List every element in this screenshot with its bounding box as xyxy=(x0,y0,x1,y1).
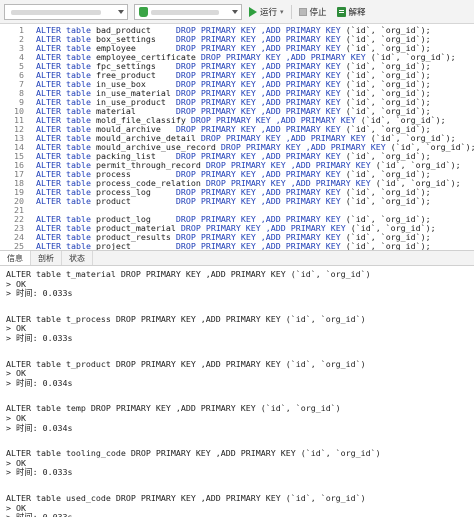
connection-select[interactable] xyxy=(4,3,128,20)
explain-label: 解释 xyxy=(348,7,366,18)
message-block: ALTER table t_process DROP PRIMARY KEY ,… xyxy=(6,313,474,344)
toolbar-divider xyxy=(290,4,292,19)
fold-margin xyxy=(30,24,33,250)
tab-剖析[interactable]: 剖析 xyxy=(31,251,62,265)
play-icon xyxy=(249,6,257,17)
message-sql: ALTER table used_code DROP PRIMARY KEY ,… xyxy=(6,492,366,503)
key-columns: (`id`, `org_id`); xyxy=(340,196,431,206)
table-name: project xyxy=(95,241,176,251)
run-button[interactable]: 运行 ▾ xyxy=(246,3,287,21)
message-sql: ALTER table t_product DROP PRIMARY KEY ,… xyxy=(6,358,366,369)
stop-icon xyxy=(298,7,307,16)
key-columns: (`id`, `org_id`); xyxy=(340,241,431,251)
stop-button[interactable]: 停止 xyxy=(296,3,330,21)
code-text: ALTER table project DROP PRIMARY KEY ,AD… xyxy=(36,241,431,251)
run-label: 运行 xyxy=(260,7,278,18)
tab-状态[interactable]: 状态 xyxy=(62,251,93,265)
toolbar: 运行 ▾ 停止 解释 xyxy=(0,0,474,24)
code-text: ALTER table product DROP PRIMARY KEY ,AD… xyxy=(36,197,431,206)
chevron-down-icon xyxy=(118,9,124,14)
result-tabs: 信息 剖析 状态 xyxy=(0,250,474,266)
tab-信息[interactable]: 信息 xyxy=(0,251,31,265)
keyword-alter: ALTER table xyxy=(36,241,96,251)
message-sql: ALTER table t_process DROP PRIMARY KEY ,… xyxy=(6,313,366,324)
message-block: ALTER table temp DROP PRIMARY KEY ,ADD P… xyxy=(6,404,474,433)
keyword-drop-add: DROP PRIMARY KEY ,ADD PRIMARY KEY xyxy=(175,241,341,251)
message-block: ALTER table tooling_code DROP PRIMARY KE… xyxy=(6,449,474,478)
database-icon xyxy=(139,6,148,17)
table-name: product xyxy=(95,196,176,206)
keyword-drop-add: DROP PRIMARY KEY ,ADD PRIMARY KEY xyxy=(175,196,341,206)
message-time: > 时间: 0.034s xyxy=(6,377,73,388)
message-block: ALTER table t_material DROP PRIMARY KEY … xyxy=(6,269,474,299)
message-status: > OK xyxy=(6,368,26,379)
message-time: > 时间: 0.033s xyxy=(6,467,73,478)
run-dropdown-icon[interactable]: ▾ xyxy=(280,8,284,16)
explain-button[interactable]: 解释 xyxy=(334,3,369,21)
message-time: > 时间: 0.033s xyxy=(6,288,73,299)
message-status: > OK xyxy=(6,278,26,289)
connection-name-redacted xyxy=(11,9,101,15)
stop-label: 停止 xyxy=(309,7,327,18)
message-block: ALTER table used_code DROP PRIMARY KEY ,… xyxy=(6,492,474,517)
database-name-redacted xyxy=(151,9,219,15)
explain-icon xyxy=(336,6,346,17)
line-number: 25 xyxy=(14,241,24,251)
message-time: > 时间: 0.033s xyxy=(6,512,474,517)
message-status: > OK xyxy=(6,457,26,468)
message-sql: ALTER table temp DROP PRIMARY KEY ,ADD P… xyxy=(6,403,341,414)
message-status: > OK xyxy=(6,412,26,423)
database-select[interactable] xyxy=(134,3,242,20)
message-status: > OK xyxy=(6,502,26,513)
keyword-alter: ALTER table xyxy=(36,196,96,206)
message-sql: ALTER table t_material DROP PRIMARY KEY … xyxy=(6,269,371,279)
chevron-down-icon xyxy=(232,9,238,14)
message-status: > OK xyxy=(6,323,26,334)
message-time: > 时间: 0.034s xyxy=(6,422,73,433)
message-sql: ALTER table tooling_code DROP PRIMARY KE… xyxy=(6,448,381,459)
message-time: > 时间: 0.033s xyxy=(6,332,73,343)
message-panel: ALTER table t_material DROP PRIMARY KEY … xyxy=(0,266,474,517)
message-block: ALTER table t_product DROP PRIMARY KEY ,… xyxy=(6,358,474,389)
sql-editor[interactable]: 1 ALTER table bad_product DROP PRIMARY KE… xyxy=(0,24,474,250)
